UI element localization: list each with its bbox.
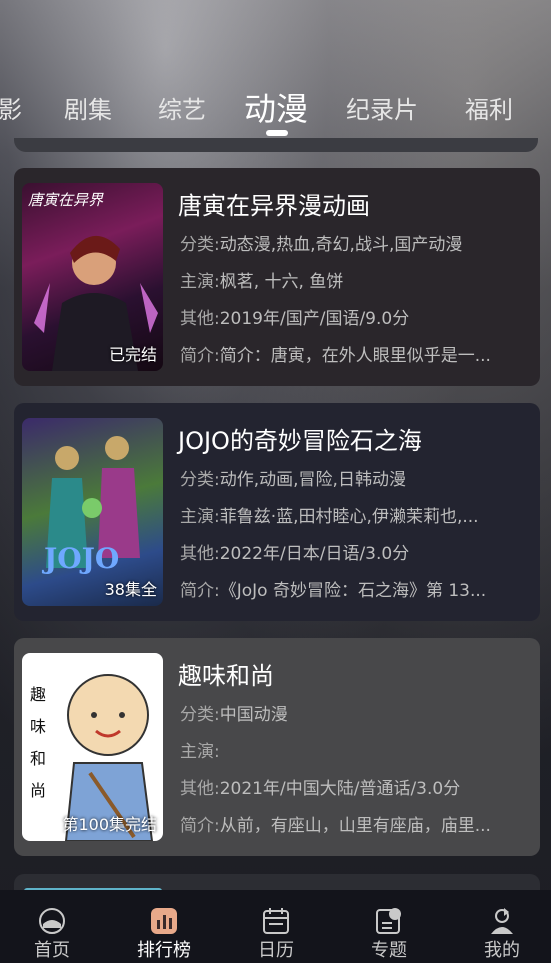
category-line: 分类:中国动漫	[180, 705, 288, 725]
intro-line: 简介:简介：唐寅，在外人眼里似乎是一...	[180, 346, 491, 366]
tab-series[interactable]: 剧集	[64, 90, 112, 125]
nav-calendar[interactable]: 日历	[221, 890, 331, 963]
tab-documentary[interactable]: 纪录片	[346, 90, 418, 125]
profile-icon	[491, 908, 513, 934]
calendar-icon	[263, 908, 289, 934]
poster-image: 趣味和尚 第100集完结	[22, 653, 163, 841]
cast-line: 主演:	[180, 742, 220, 762]
other-line: 其他:2019年/国产/国语/9.0分	[180, 309, 410, 329]
card-title: JOJO的奇妙冒险石之海	[178, 427, 422, 455]
tab-movie[interactable]: 影	[0, 90, 22, 125]
poster-image: JOJO 38集全	[22, 418, 163, 606]
poster-image: 唐寅在异界 已完结	[22, 183, 163, 371]
poster-title-text: JOJO	[44, 542, 120, 575]
cast-line: 主演:枫茗, 十六, 鱼饼	[180, 272, 344, 292]
nav-profile-label: 我的	[484, 940, 520, 961]
tab-anime[interactable]: 动漫	[244, 84, 308, 130]
nav-profile[interactable]: 我的	[447, 890, 551, 963]
other-line: 其他:2021年/中国大陆/普通话/3.0分	[180, 779, 461, 799]
ranking-icon	[151, 908, 177, 934]
list-item[interactable]: JOJO 38集全 JOJO的奇妙冒险石之海 分类:动作,动画,冒险,日韩动漫 …	[14, 403, 540, 621]
tab-variety[interactable]: 综艺	[158, 90, 206, 125]
category-line: 分类:动作,动画,冒险,日韩动漫	[180, 470, 406, 490]
nav-topic-label: 专题	[371, 940, 407, 961]
list-item[interactable]: 趣味和尚 第100集完结 趣味和尚 分类:中国动漫 主演: 其他:2021年/中…	[14, 638, 540, 856]
category-line: 分类:动态漫,热血,奇幻,战斗,国产动漫	[180, 235, 463, 255]
other-line: 其他:2022年/日本/日语/3.0分	[180, 544, 410, 564]
intro-line: 简介:从前，有座山，山里有座庙，庙里...	[180, 816, 491, 836]
intro-line: 简介:《JoJo 奇妙冒险：石之海》第 13...	[180, 581, 487, 601]
poster-title-text: 趣味和尚	[30, 685, 47, 800]
list-item[interactable]: 唐寅在异界 已完结 唐寅在异界漫动画 分类:动态漫,热血,奇幻,战斗,国产动漫 …	[14, 168, 540, 386]
bottom-nav: 首页 排行榜 日历 专题 我的	[0, 890, 551, 963]
banner-bottom-edge	[14, 138, 538, 152]
nav-ranking-label: 排行榜	[137, 940, 191, 961]
card-title: 趣味和尚	[178, 662, 274, 690]
cast-line: 主演:菲鲁兹·蓝,田村睦心,伊濑茉莉也,...	[180, 507, 479, 527]
nav-calendar-label: 日历	[258, 940, 294, 961]
tab-welfare[interactable]: 福利	[465, 90, 513, 125]
card-title: 唐寅在异界漫动画	[178, 192, 370, 220]
nav-topic[interactable]: 专题	[334, 890, 444, 963]
home-icon	[39, 908, 65, 934]
category-tabs: 影 剧集 综艺 动漫 纪录片 福利	[0, 78, 551, 134]
nav-home[interactable]: 首页	[0, 890, 107, 963]
status-badge: 第100集完结	[62, 815, 157, 834]
nav-home-label: 首页	[34, 940, 70, 961]
topic-icon	[376, 908, 401, 934]
status-badge: 38集全	[104, 580, 157, 599]
active-tab-indicator	[266, 130, 288, 136]
status-badge: 已完结	[108, 345, 157, 364]
nav-ranking[interactable]: 排行榜	[109, 890, 219, 963]
poster-title-text: 唐寅在异界	[28, 191, 104, 209]
